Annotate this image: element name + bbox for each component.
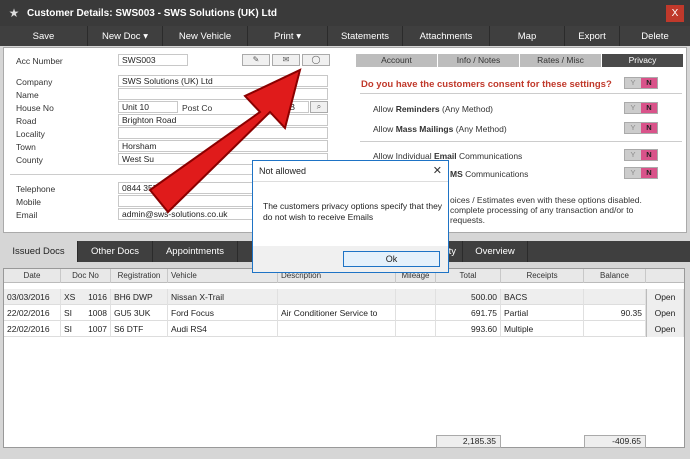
not-allowed-dialog: Not allowed ✕ The customers privacy opti… [252, 160, 449, 273]
ok-button[interactable]: Ok [343, 251, 440, 267]
dialog-footer: Ok [253, 246, 448, 272]
dialog-close-icon[interactable]: ✕ [433, 164, 442, 177]
dialog-message: The customers privacy options specify th… [263, 201, 443, 222]
dialog-title: Not allowed [253, 161, 448, 182]
